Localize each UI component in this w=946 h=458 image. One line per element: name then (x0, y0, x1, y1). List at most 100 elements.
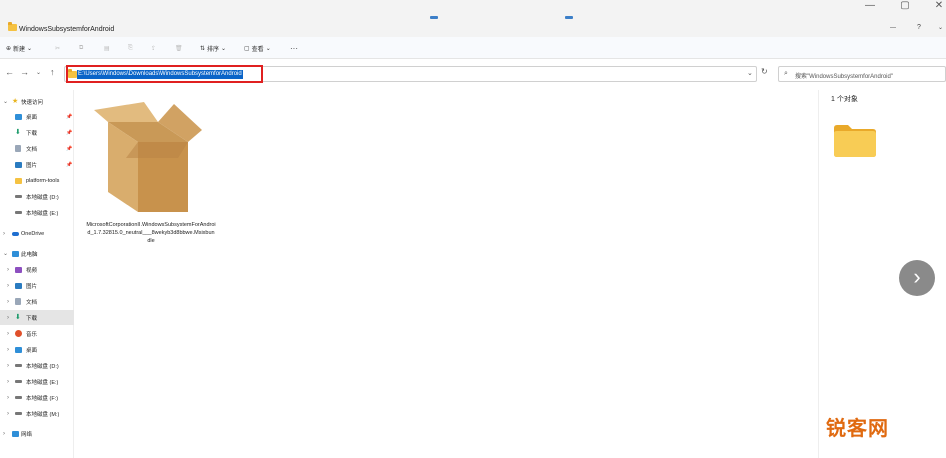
music-icon (15, 330, 22, 337)
new-button-label: 新建 (13, 46, 26, 53)
sidebar-item-pictures[interactable]: 图片 📌 (0, 157, 74, 172)
address-row: ← → ⌄ ↑ E:\Users\Windows\Downloads\Windo… (0, 62, 946, 86)
sort-icon: ⇅ (200, 45, 206, 52)
sidebar-item-label: platform-tools (26, 177, 60, 184)
sidebar-item-drive-d-pc[interactable]: › 本地磁盘 (D:) (0, 358, 74, 373)
sidebar-item-label: 本地磁盘 (F:) (26, 395, 59, 402)
share-icon[interactable]: ⇪ (151, 42, 156, 54)
chevron-right-icon: › (7, 410, 9, 417)
sidebar-item-label: 文档 (26, 299, 38, 306)
sidebar-item-drive-m-pc[interactable]: › 本地磁盘 (M:) (0, 406, 74, 421)
sidebar-item-drive-d[interactable]: 本地磁盘 (D:) (0, 189, 74, 204)
pin-icon: 📌 (66, 129, 73, 136)
copy-icon[interactable]: ⧉ (79, 42, 83, 54)
view-button-label: 查看 (251, 46, 264, 53)
sort-button[interactable]: ⇅ 排序 ⌄ (200, 42, 226, 54)
sidebar-item-label: 图片 (26, 283, 38, 290)
delete-icon[interactable]: 🗑 (175, 42, 183, 54)
sidebar-item-drive-e-pc[interactable]: › 本地磁盘 (E:) (0, 374, 74, 389)
drive-icon (15, 380, 22, 383)
sidebar-item-label: 桌面 (26, 347, 38, 354)
search-icon: ⌕ (784, 70, 788, 77)
window-tab[interactable]: WindowsSubsystemforAndroid (8, 22, 115, 33)
search-input[interactable]: ⌕ 搜索"WindowsSubsystemforAndroid" (778, 66, 946, 82)
sidebar-item-downloads[interactable]: ⬇ 下载 📌 (0, 125, 74, 140)
up-icon[interactable]: ↑ (50, 67, 55, 77)
picture-icon (15, 282, 22, 289)
chevron-right-icon: › (7, 362, 9, 369)
ribbon-collapse-icon[interactable]: — (890, 25, 896, 31)
title-accent-right (565, 16, 573, 19)
pin-icon: 📌 (66, 161, 73, 168)
new-button[interactable]: ⊕ 新建 ⌄ (6, 42, 32, 54)
sidebar-item-label: 网络 (21, 431, 33, 438)
search-placeholder: 搜索"WindowsSubsystemforAndroid" (795, 74, 893, 80)
folder-icon (834, 125, 876, 157)
sidebar-item-documents-pc[interactable]: › 文档 (0, 294, 74, 309)
item-count: 1 个对象 (831, 96, 858, 103)
sidebar-item-label: 此电脑 (21, 251, 38, 258)
sidebar-item-label: 本地磁盘 (M:) (26, 411, 60, 418)
document-icon (15, 145, 21, 152)
forward-icon[interactable]: → (20, 67, 29, 77)
sidebar-item-desktop[interactable]: 桌面 📌 (0, 109, 74, 124)
sidebar-item-label: 文档 (26, 146, 38, 153)
chevron-right-icon: › (3, 230, 5, 237)
chevron-right-icon: › (7, 330, 9, 337)
recent-chevron-icon[interactable]: ⌄ (36, 69, 41, 76)
sidebar-item-label: 本地磁盘 (E:) (26, 210, 59, 217)
navigation-pane: ⌄ ★ 快速访问 桌面 📌 ⬇ 下载 📌 文档 📌 图片 📌 platform-… (0, 90, 74, 458)
star-icon: ★ (12, 98, 19, 105)
sidebar-item-documents[interactable]: 文档 📌 (0, 141, 74, 156)
chevron-right-icon: › (3, 430, 5, 437)
cut-icon[interactable]: ✂ (55, 42, 60, 54)
window-title: WindowsSubsystemforAndroid (18, 26, 115, 33)
next-arrow-button[interactable]: › (899, 260, 935, 296)
sidebar-item-platform-tools[interactable]: platform-tools (0, 173, 74, 188)
sidebar-item-label: 下载 (26, 315, 38, 322)
sidebar-item-music[interactable]: › 音乐 (0, 326, 74, 341)
sidebar-item-onedrive[interactable]: › OneDrive (0, 226, 74, 241)
video-icon (15, 266, 22, 273)
sidebar-item-label: 本地磁盘 (D:) (26, 194, 59, 201)
folder-icon (15, 177, 22, 184)
title-bar: — ▢ ✕ WindowsSubsystemforAndroid — ? ⌄ (0, 0, 946, 37)
picture-icon (15, 161, 22, 168)
file-name[interactable]: MicrosoftCorporationII.WindowsSubsystemF… (86, 221, 216, 245)
watermark-logo: 锐客网 (826, 418, 889, 440)
sidebar-item-label: 图片 (26, 162, 38, 169)
rename-icon[interactable]: ⎘ (128, 42, 133, 54)
sidebar-item-downloads-pc[interactable]: › ⬇ 下载 (0, 310, 74, 325)
desktop-icon (15, 113, 22, 120)
sidebar-item-quick-access[interactable]: ⌄ ★ 快速访问 (0, 94, 74, 109)
view-button[interactable]: ▢ 查看 ⌄ (244, 42, 271, 54)
chevron-right-icon: › (7, 282, 9, 289)
sidebar-item-pictures-pc[interactable]: › 图片 (0, 278, 74, 293)
sidebar-item-this-pc[interactable]: ⌄ 此电脑 (0, 246, 74, 261)
refresh-icon[interactable]: ↻ (761, 67, 768, 76)
chevron-down-icon[interactable]: ⌄ (747, 69, 753, 77)
view-icon: ▢ (244, 45, 250, 52)
paste-icon[interactable]: ▤ (104, 42, 110, 54)
sidebar-item-label: 桌面 (26, 114, 38, 121)
sidebar-item-network[interactable]: › 网络 (0, 426, 74, 441)
file-item[interactable] (86, 100, 216, 220)
sidebar-item-desktop-pc[interactable]: › 桌面 (0, 342, 74, 357)
minimize-icon[interactable]: — (853, 0, 887, 14)
sidebar-item-drive-f-pc[interactable]: › 本地磁盘 (F:) (0, 390, 74, 405)
maximize-icon[interactable]: ▢ (888, 0, 922, 14)
close-icon[interactable]: ✕ (922, 0, 946, 14)
back-icon[interactable]: ← (5, 67, 14, 77)
sidebar-item-videos[interactable]: › 视频 (0, 262, 74, 277)
plus-icon: ⊕ (6, 45, 12, 52)
drive-icon (15, 396, 22, 399)
pin-icon: 📌 (66, 145, 73, 152)
chevron-down-icon: ⌄ (221, 45, 227, 52)
drive-icon (15, 195, 22, 198)
document-icon (15, 298, 21, 305)
more-button[interactable]: ··· (290, 42, 298, 54)
help-icon[interactable]: ? (917, 24, 921, 31)
chevron-down-icon[interactable]: ⌄ (938, 24, 943, 31)
sidebar-item-drive-e[interactable]: 本地磁盘 (E:) (0, 205, 74, 220)
sidebar-item-label: OneDrive (21, 230, 45, 237)
